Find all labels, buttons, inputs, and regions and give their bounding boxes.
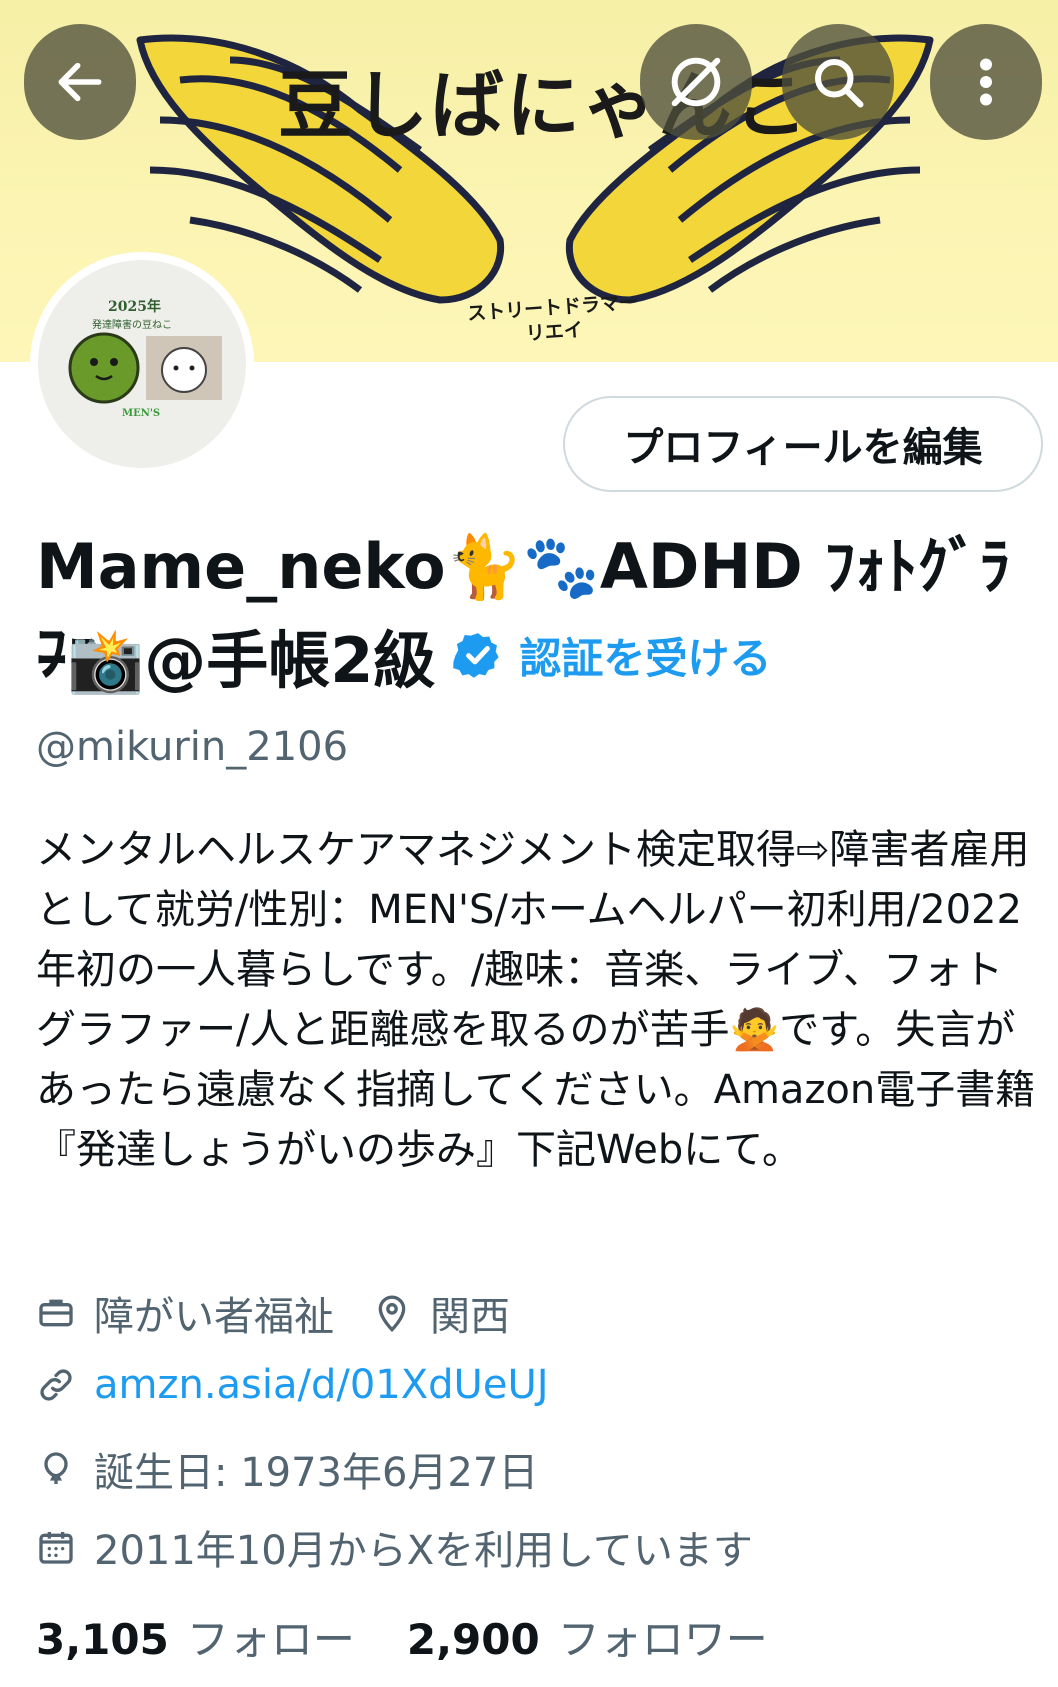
- calendar-icon: [39, 1532, 73, 1564]
- vertical-dots-icon: [980, 58, 992, 106]
- profile-website-link[interactable]: amzn.asia/d/01XdUeUJ: [94, 1362, 549, 1408]
- display-name-line2: ｰ📸@手帳2級: [36, 624, 436, 697]
- edit-profile-button[interactable]: プロフィールを編集: [563, 396, 1043, 492]
- avatar-year: 2025年: [108, 299, 161, 315]
- following-count: 3,105: [36, 1615, 169, 1664]
- back-button[interactable]: [24, 24, 136, 140]
- location-pin-icon: [378, 1295, 406, 1333]
- following-link[interactable]: 3,105 フォロー: [36, 1606, 355, 1667]
- meta-birthday-row: 誕生日: 1973年6月27日: [36, 1440, 538, 1498]
- more-button[interactable]: [930, 24, 1042, 140]
- avatar-mens-label: MEN'S: [122, 408, 161, 419]
- verified-badge-icon[interactable]: [453, 630, 503, 680]
- briefcase-icon: [39, 1299, 73, 1327]
- profile-birthday: 誕生日: 1973年6月27日: [94, 1450, 539, 1496]
- profile-joined-date: 2011年10月からXを利用しています: [94, 1528, 753, 1574]
- edit-image-button[interactable]: [640, 24, 752, 140]
- search-icon: [815, 59, 864, 108]
- avatar[interactable]: 2025年 発達障害の豆ねこ MEN'S: [30, 252, 254, 476]
- followers-count: 2,900: [406, 1615, 540, 1664]
- slash-circle-icon: [671, 57, 721, 107]
- get-verified-link[interactable]: 認証を受ける: [519, 625, 771, 686]
- display-name-row2: ｰ📸@手帳2級 認証を受ける: [36, 612, 771, 698]
- balloon-icon: [44, 1452, 68, 1484]
- profile-location: 関西: [430, 1294, 510, 1340]
- meta-category-location: 障がい者福祉 関西: [36, 1284, 510, 1342]
- following-label: フォロー: [186, 1615, 355, 1664]
- arrow-left-icon: [58, 62, 102, 102]
- follow-stats: 3,105 フォロー 2,900 フォロワー: [36, 1606, 768, 1667]
- search-button[interactable]: [782, 24, 894, 140]
- avatar-caption: 発達障害の豆ねこ: [92, 320, 172, 331]
- avatar-characters: [68, 332, 222, 404]
- link-icon: [40, 1369, 72, 1401]
- meta-joined-row: 2011年10月からXを利用しています: [36, 1518, 753, 1576]
- user-handle: @mikurin_2106: [36, 724, 349, 770]
- avatar-image: 2025年 発達障害の豆ねこ MEN'S: [38, 260, 246, 468]
- profile-bio: メンタルヘルスケアマネジメント検定取得⇨障害者雇用として就労/性別：MEN'S/…: [36, 827, 1036, 1173]
- profile-category: 障がい者福祉: [94, 1294, 334, 1340]
- followers-label: フォロワー: [557, 1615, 768, 1664]
- followers-link[interactable]: 2,900 フォロワー: [407, 1606, 768, 1667]
- meta-link-row: amzn.asia/d/01XdUeUJ: [36, 1362, 549, 1408]
